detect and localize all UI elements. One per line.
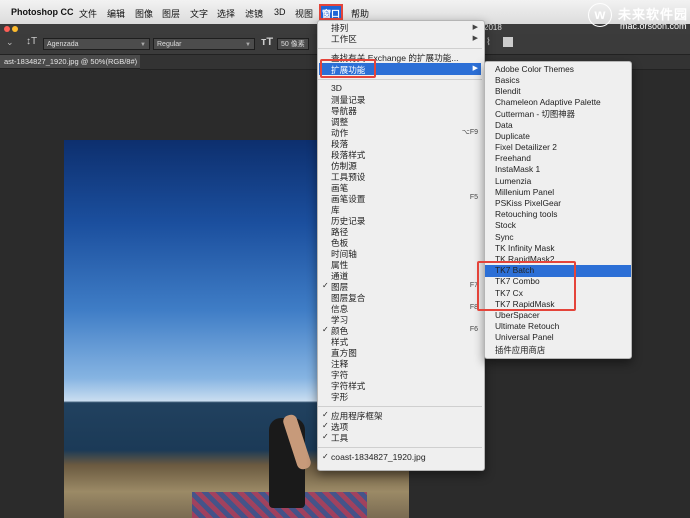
extension-item[interactable]: Adobe Color Themes: [495, 64, 574, 74]
checkmark-icon: ✓: [322, 452, 329, 461]
font-family-value: Agenzada: [47, 41, 79, 48]
chevron-down-icon: ▼: [140, 42, 146, 48]
extension-item[interactable]: Lumenzia: [495, 176, 531, 186]
warp-text-icon[interactable]: ⌇: [486, 37, 491, 48]
menu-separator: [318, 447, 482, 448]
menu-view[interactable]: 视图: [295, 7, 313, 20]
menu-separator: [318, 406, 482, 407]
close-window-icon[interactable]: [4, 26, 10, 32]
menu-separator: [318, 79, 482, 80]
watermark-url: mac.orsoon.com: [620, 21, 687, 31]
extension-item[interactable]: Stock: [495, 220, 516, 230]
shortcut-brush-settings: F5: [469, 194, 478, 201]
checkmark-icon: ✓: [322, 421, 329, 430]
extension-item[interactable]: Blendit: [495, 86, 521, 96]
extension-item[interactable]: Duplicate: [495, 131, 530, 141]
extensions-submenu: Adobe Color Themes Basics Blendit Chamel…: [484, 61, 632, 359]
menu-edit[interactable]: 编辑: [107, 7, 125, 20]
checkmark-icon: ✓: [322, 410, 329, 419]
extension-item[interactable]: InstaMask 1: [495, 164, 540, 174]
menu-item-3d[interactable]: 3D: [331, 83, 342, 93]
menu-window[interactable]: 窗口: [322, 7, 340, 20]
submenu-arrow-icon: ▶: [472, 65, 478, 72]
character-panel-icon[interactable]: [503, 37, 513, 47]
window-menu-dropdown: 排列 ▶ 工作区 ▶ 查找有关 Exchange 的扩展功能... 扩展功能 ▶…: [317, 20, 485, 471]
menu-file[interactable]: 文件: [79, 7, 97, 20]
checkmark-icon: ✓: [322, 281, 329, 290]
menu-filter[interactable]: 滤镜: [245, 7, 263, 20]
extension-item[interactable]: Ultimate Retouch: [495, 321, 559, 331]
watermark-logo-icon: w: [588, 3, 612, 27]
app-name-menu[interactable]: Photoshop CC: [11, 7, 74, 17]
font-style-select[interactable]: Regular ▼: [153, 38, 255, 50]
menu-help[interactable]: 帮助: [351, 7, 369, 20]
extension-item[interactable]: Data: [495, 120, 513, 130]
chevron-down-icon: ▼: [245, 42, 251, 48]
checkmark-icon: ✓: [322, 432, 329, 441]
annotation-box-tk7: [477, 261, 576, 311]
extension-item[interactable]: Chameleon Adaptive Palette: [495, 97, 601, 107]
extension-item[interactable]: Basics: [495, 75, 520, 85]
minimize-window-icon[interactable]: [12, 26, 18, 32]
extension-item[interactable]: PSKiss PixelGear: [495, 198, 561, 208]
extension-item[interactable]: Cutterman - 切图神器: [495, 108, 575, 120]
menu-image[interactable]: 图像: [135, 7, 153, 20]
extension-item[interactable]: Sync: [495, 232, 514, 242]
shortcut-actions: ⌥F9: [461, 129, 478, 136]
menu-3d[interactable]: 3D: [274, 7, 286, 17]
menu-select[interactable]: 选择: [217, 7, 235, 20]
submenu-arrow-icon: ▶: [472, 35, 478, 42]
font-style-value: Regular: [157, 41, 182, 48]
menu-item-workspace[interactable]: 工作区: [331, 33, 357, 45]
font-size-field[interactable]: 50 像素: [277, 38, 309, 50]
menu-item-tools[interactable]: 工具: [331, 432, 348, 444]
annotation-box-extensions: [320, 59, 376, 78]
extension-item[interactable]: 插件应用商店: [495, 344, 545, 356]
extension-item[interactable]: Millenium Panel: [495, 187, 554, 197]
menu-item-document[interactable]: coast-1834827_1920.jpg: [331, 452, 426, 462]
menu-type[interactable]: 文字: [190, 7, 208, 20]
menu-item-glyphs[interactable]: 字形: [331, 391, 348, 403]
font-size-icon: ᴛT: [261, 36, 274, 48]
title-year: 2018: [484, 23, 502, 32]
extension-item[interactable]: UberSpacer: [495, 310, 540, 320]
checkmark-icon: ✓: [322, 325, 329, 334]
extension-item[interactable]: Fixel Detailizer 2: [495, 142, 557, 152]
text-orientation-icon[interactable]: ↕T: [26, 36, 37, 47]
shortcut-color: F6: [469, 326, 478, 333]
menu-separator: [318, 48, 482, 49]
extension-item[interactable]: Universal Panel: [495, 332, 554, 342]
extension-item[interactable]: Freehand: [495, 153, 531, 163]
submenu-arrow-icon: ▶: [472, 24, 478, 31]
document-tab[interactable]: ast-1834827_1920.jpg @ 50%(RGB/8#): [0, 55, 140, 69]
font-size-value: 50 像素: [281, 41, 305, 48]
tool-preset-icon[interactable]: ⌄: [6, 37, 14, 48]
font-family-select[interactable]: Agenzada ▼: [43, 38, 150, 50]
extension-item[interactable]: Retouching tools: [495, 209, 557, 219]
extension-item[interactable]: TK Infinity Mask: [495, 243, 555, 253]
menu-layer[interactable]: 图层: [162, 7, 180, 20]
